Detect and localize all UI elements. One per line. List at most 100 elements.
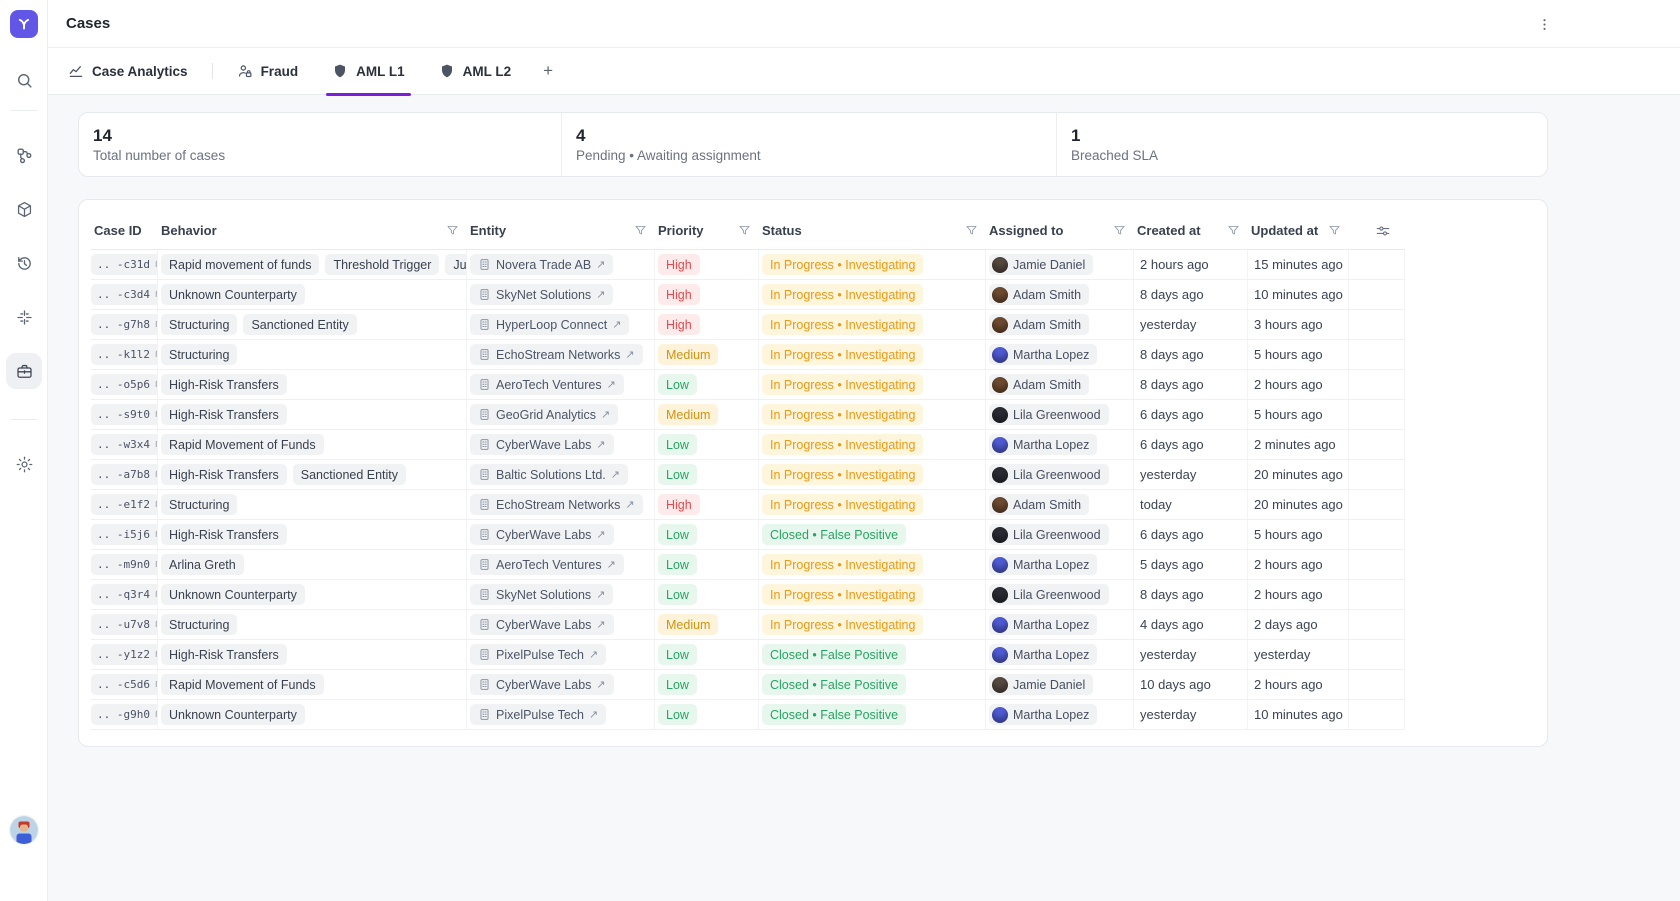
brand-logo[interactable] [10, 10, 38, 38]
case-id-pill[interactable]: .. -c5d6 [91, 674, 158, 695]
created-at: 6 days ago [1137, 407, 1204, 422]
case-id-pill[interactable]: .. -g7h8 [91, 314, 158, 335]
behavior-tag: Structuring [161, 494, 237, 515]
table-row[interactable]: .. -i5j6High-Risk TransfersCyberWave Lab… [91, 520, 1405, 550]
column-header-behavior[interactable]: Behavior [158, 212, 467, 249]
shield-icon [439, 63, 455, 79]
case-id-pill[interactable]: .. -y1z2 [91, 644, 158, 665]
entity-link[interactable]: AeroTech Ventures↗ [470, 554, 624, 575]
filter-funnel-button[interactable] [1113, 224, 1126, 237]
table-row[interactable]: .. -k1l2StructuringEchoStream Networks↗M… [91, 340, 1405, 370]
entity-link[interactable]: PixelPulse Tech↗ [470, 644, 606, 665]
assignee-pill: Adam Smith [989, 284, 1089, 305]
entity-link[interactable]: CyberWave Labs↗ [470, 614, 614, 635]
case-id-pill[interactable]: .. -k1l2 [91, 344, 158, 365]
column-header-case-id[interactable]: Case ID [91, 212, 158, 249]
column-header-updated-at[interactable]: Updated at [1248, 212, 1349, 249]
entity-link[interactable]: EchoStream Networks↗ [470, 494, 643, 515]
column-header-status[interactable]: Status [759, 212, 986, 249]
entity-link[interactable]: Baltic Solutions Ltd.↗ [470, 464, 628, 485]
entity-link[interactable]: AeroTech Ventures↗ [470, 374, 624, 395]
table-row[interactable]: .. -c31dRapid movement of fundsThreshold… [91, 250, 1405, 280]
sidebar-item-layout[interactable] [6, 299, 42, 335]
entity-link[interactable]: CyberWave Labs↗ [470, 674, 614, 695]
case-id-pill[interactable]: .. -c31d [91, 254, 158, 275]
assignee-name: Martha Lopez [1013, 348, 1089, 362]
priority-badge: High [658, 314, 700, 335]
filter-funnel-button[interactable] [634, 224, 647, 237]
table-row[interactable]: .. -g7h8StructuringSanctioned EntityHype… [91, 310, 1405, 340]
filter-funnel-button[interactable] [965, 224, 978, 237]
case-id: .. -m9n0 [97, 558, 150, 571]
table-row[interactable]: .. -w3x4Rapid Movement of FundsCyberWave… [91, 430, 1405, 460]
table-row[interactable]: .. -q3r4Unknown CounterpartySkyNet Solut… [91, 580, 1405, 610]
case-id-pill[interactable]: .. -o5p6 [91, 374, 158, 395]
entity-link[interactable]: GeoGrid Analytics↗ [470, 404, 618, 425]
tab-case-analytics[interactable]: Case Analytics [66, 48, 190, 95]
case-id-pill[interactable]: .. -i5j6 [91, 524, 158, 545]
stat-total-cases: 14 Total number of cases [79, 113, 561, 176]
filter-funnel-button[interactable] [1328, 224, 1341, 237]
case-id-pill[interactable]: .. -a7b8 [91, 464, 158, 485]
table-row[interactable]: .. -s9t0High-Risk TransfersGeoGrid Analy… [91, 400, 1405, 430]
table-row[interactable]: .. -g9h0Unknown CounterpartyPixelPulse T… [91, 700, 1405, 730]
assignee-name: Lila Greenwood [1013, 468, 1101, 482]
filter-funnel-button[interactable] [738, 224, 751, 237]
assignee-avatar [992, 647, 1008, 663]
column-header-priority[interactable]: Priority [655, 212, 759, 249]
column-header-label: Created at [1137, 223, 1201, 238]
case-id-pill[interactable]: .. -m9n0 [91, 554, 158, 575]
table-row[interactable]: .. -o5p6High-Risk TransfersAeroTech Vent… [91, 370, 1405, 400]
add-tab-button[interactable]: + [537, 61, 559, 81]
case-id-pill[interactable]: .. -u7v8 [91, 614, 158, 635]
filter-funnel-button[interactable] [446, 224, 459, 237]
sidebar-item-settings[interactable] [6, 446, 42, 482]
user-avatar[interactable] [10, 816, 38, 844]
tab-aml-l2[interactable]: AML L2 [437, 48, 514, 95]
case-id-pill[interactable]: .. -q3r4 [91, 584, 158, 605]
table-row[interactable]: .. -c3d4Unknown CounterpartySkyNet Solut… [91, 280, 1405, 310]
table-row[interactable]: .. -u7v8StructuringCyberWave Labs↗Medium… [91, 610, 1405, 640]
case-id-pill[interactable]: .. -c3d4 [91, 284, 158, 305]
entity-name: PixelPulse Tech [496, 708, 584, 722]
table-row[interactable]: .. -c5d6Rapid Movement of FundsCyberWave… [91, 670, 1405, 700]
kebab-menu-button[interactable] [1534, 14, 1554, 34]
case-id-pill[interactable]: .. -e1f2 [91, 494, 158, 515]
external-link-arrow: ↗ [596, 618, 605, 631]
entity-link[interactable]: EchoStream Networks↗ [470, 344, 643, 365]
column-header-assigned-to[interactable]: Assigned to [986, 212, 1134, 249]
table-row[interactable]: .. -a7b8High-Risk TransfersSanctioned En… [91, 460, 1405, 490]
status-badge: In Progress • Investigating [762, 374, 923, 395]
sidebar-item-cases[interactable] [6, 353, 42, 389]
case-id-pill[interactable]: .. -s9t0 [91, 404, 158, 425]
tab-fraud[interactable]: Fraud [235, 48, 301, 95]
entity-link[interactable]: HyperLoop Connect↗ [470, 314, 629, 335]
tab-aml-l1[interactable]: AML L1 [330, 48, 407, 95]
entity-link[interactable]: CyberWave Labs↗ [470, 434, 614, 455]
entity-link[interactable]: PixelPulse Tech↗ [470, 704, 606, 725]
table-row[interactable]: .. -m9n0Arlina GrethAeroTech Ventures↗Lo… [91, 550, 1405, 580]
table-row[interactable]: .. -e1f2StructuringEchoStream Networks↗H… [91, 490, 1405, 520]
entity-link[interactable]: CyberWave Labs↗ [470, 524, 614, 545]
sidebar-item-history[interactable] [6, 245, 42, 281]
case-id-pill[interactable]: .. -g9h0 [91, 704, 158, 725]
entity-link[interactable]: SkyNet Solutions↗ [470, 284, 613, 305]
case-id-pill[interactable]: .. -w3x4 [91, 434, 158, 455]
sidebar-item-search[interactable] [6, 62, 42, 98]
column-header-entity[interactable]: Entity [467, 212, 655, 249]
priority-badge: High [658, 284, 700, 305]
tab-label: Fraud [261, 64, 299, 79]
status-badge: Closed • False Positive [762, 524, 906, 545]
filter-funnel-button[interactable] [1227, 224, 1240, 237]
entity-link[interactable]: SkyNet Solutions↗ [470, 584, 613, 605]
filter-funnel-icon [965, 224, 978, 237]
entity-link[interactable]: Novera Trade AB↗ [470, 254, 613, 275]
table-row[interactable]: .. -y1z2High-Risk TransfersPixelPulse Te… [91, 640, 1405, 670]
column-settings-button[interactable] [1349, 212, 1405, 249]
workflow-icon [15, 146, 34, 165]
sidebar-item-workflow[interactable] [6, 137, 42, 173]
case-id: .. -c31d [97, 258, 150, 271]
column-header-created-at[interactable]: Created at [1134, 212, 1248, 249]
assignee-pill: Martha Lopez [989, 554, 1097, 575]
sidebar-item-packages[interactable] [6, 191, 42, 227]
